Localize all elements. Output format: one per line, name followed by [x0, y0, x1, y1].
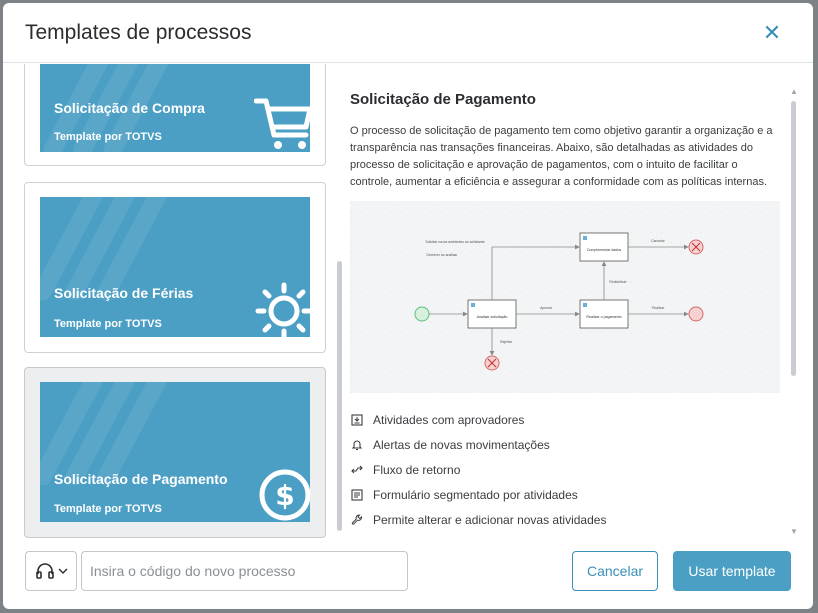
- dollar-icon: $: [259, 469, 310, 521]
- detail-description: O processo de solicitação de pagamento t…: [350, 125, 773, 188]
- chevron-down-icon: [58, 568, 67, 574]
- bell-icon: [351, 439, 371, 451]
- feature-item: Permite alterar e adicionar novas ativid…: [351, 507, 781, 532]
- scroll-down-icon[interactable]: ▼: [790, 527, 798, 536]
- template-banner: Solicitação de Pagamento Template por TO…: [40, 382, 310, 522]
- templates-modal: Templates de processos ✕ Solicitação de …: [3, 3, 813, 609]
- template-banner: Solicitação de Férias Template por TOTVS: [40, 197, 310, 337]
- svg-text:$: $: [275, 479, 294, 512]
- diagram-node-label: Analisar solicitação: [477, 315, 508, 319]
- diagram-edge-label: Solicitar novos ambientes ao solicitante: [425, 240, 484, 244]
- detail-title: Solicitação de Pagamento: [350, 91, 536, 108]
- template-author: Template por TOTVS: [54, 131, 162, 143]
- process-diagram-preview: Analisar solicitação Aprovar Realizar o …: [350, 201, 780, 393]
- diagram-edge-label: Rejeitar: [500, 340, 513, 344]
- feature-label: Alertas de novas movimentações: [373, 437, 550, 452]
- diagram-edge-label: Redistribuir: [609, 280, 627, 284]
- wrench-icon: [351, 514, 371, 526]
- feature-list: Atividades com aprovadores Alertas de no…: [351, 407, 781, 532]
- feature-item: Fluxo de retorno: [351, 457, 781, 482]
- diagram-node-label: Realizar o pagamento: [586, 315, 621, 319]
- form-icon: [351, 488, 371, 501]
- template-banner: Solicitação de Compra Template por TOTVS: [40, 64, 310, 152]
- feature-item: Formulário segmentado por atividades: [351, 482, 781, 507]
- return-flow-icon: [351, 464, 371, 476]
- feature-item: Alertas de novas movimentações: [351, 432, 781, 457]
- template-name: Solicitação de Férias: [54, 285, 194, 301]
- modal-footer: Cancelar Usar template: [3, 539, 813, 609]
- diagram-edge-label: Cancelar: [651, 239, 665, 243]
- feature-item: Atividades com aprovadores: [351, 407, 781, 432]
- diagram-node-realizar: [579, 299, 629, 329]
- diagram-node-analisar: [467, 299, 517, 329]
- template-list: Solicitação de Compra Template por TOTVS…: [3, 64, 337, 538]
- modal-title: Templates de processos: [25, 21, 252, 44]
- scroll-up-icon[interactable]: ▲: [790, 87, 798, 96]
- cancel-button[interactable]: Cancelar: [572, 551, 658, 591]
- diagram-edge-label: Aprovar: [540, 306, 553, 310]
- use-template-button[interactable]: Usar template: [673, 551, 791, 591]
- diagram-node-complementar: [579, 232, 629, 262]
- feature-label: Atividades com aprovadores: [373, 412, 525, 427]
- template-name: Solicitação de Compra: [54, 100, 205, 116]
- process-code-input[interactable]: [81, 551, 408, 591]
- template-author: Template por TOTVS: [54, 318, 162, 330]
- feature-label: Fluxo de retorno: [373, 462, 461, 477]
- approval-icon: [351, 413, 371, 426]
- close-icon[interactable]: ✕: [761, 22, 783, 44]
- template-detail: Solicitação de Pagamento O processo de s…: [349, 85, 785, 540]
- sun-icon: [255, 282, 310, 337]
- template-card-pagamento[interactable]: Solicitação de Pagamento Template por TO…: [24, 367, 326, 538]
- feature-label: Permite alterar e adicionar novas ativid…: [373, 512, 607, 527]
- diagram-edge-label: Devolver ao analisar: [427, 253, 459, 257]
- template-card-compra[interactable]: Solicitação de Compra Template por TOTVS: [24, 64, 326, 166]
- diagram-edge-label: Finalizar: [652, 306, 666, 310]
- process-diagram: Analisar solicitação Aprovar Realizar o …: [350, 201, 780, 393]
- feature-label: Formulário segmentado por atividades: [373, 487, 578, 502]
- support-menu-button[interactable]: [25, 551, 77, 591]
- cart-icon: [254, 98, 310, 149]
- modal-header: Templates de processos ✕: [3, 3, 813, 63]
- template-author: Template por TOTVS: [54, 503, 162, 515]
- template-name: Solicitação de Pagamento: [54, 471, 228, 487]
- detail-scrollbar[interactable]: [791, 101, 796, 376]
- headset-icon: [35, 563, 54, 579]
- template-card-ferias[interactable]: Solicitação de Férias Template por TOTVS: [24, 182, 326, 353]
- template-list-scrollbar[interactable]: [337, 261, 342, 531]
- diagram-node-label: Complementar dados: [587, 248, 622, 252]
